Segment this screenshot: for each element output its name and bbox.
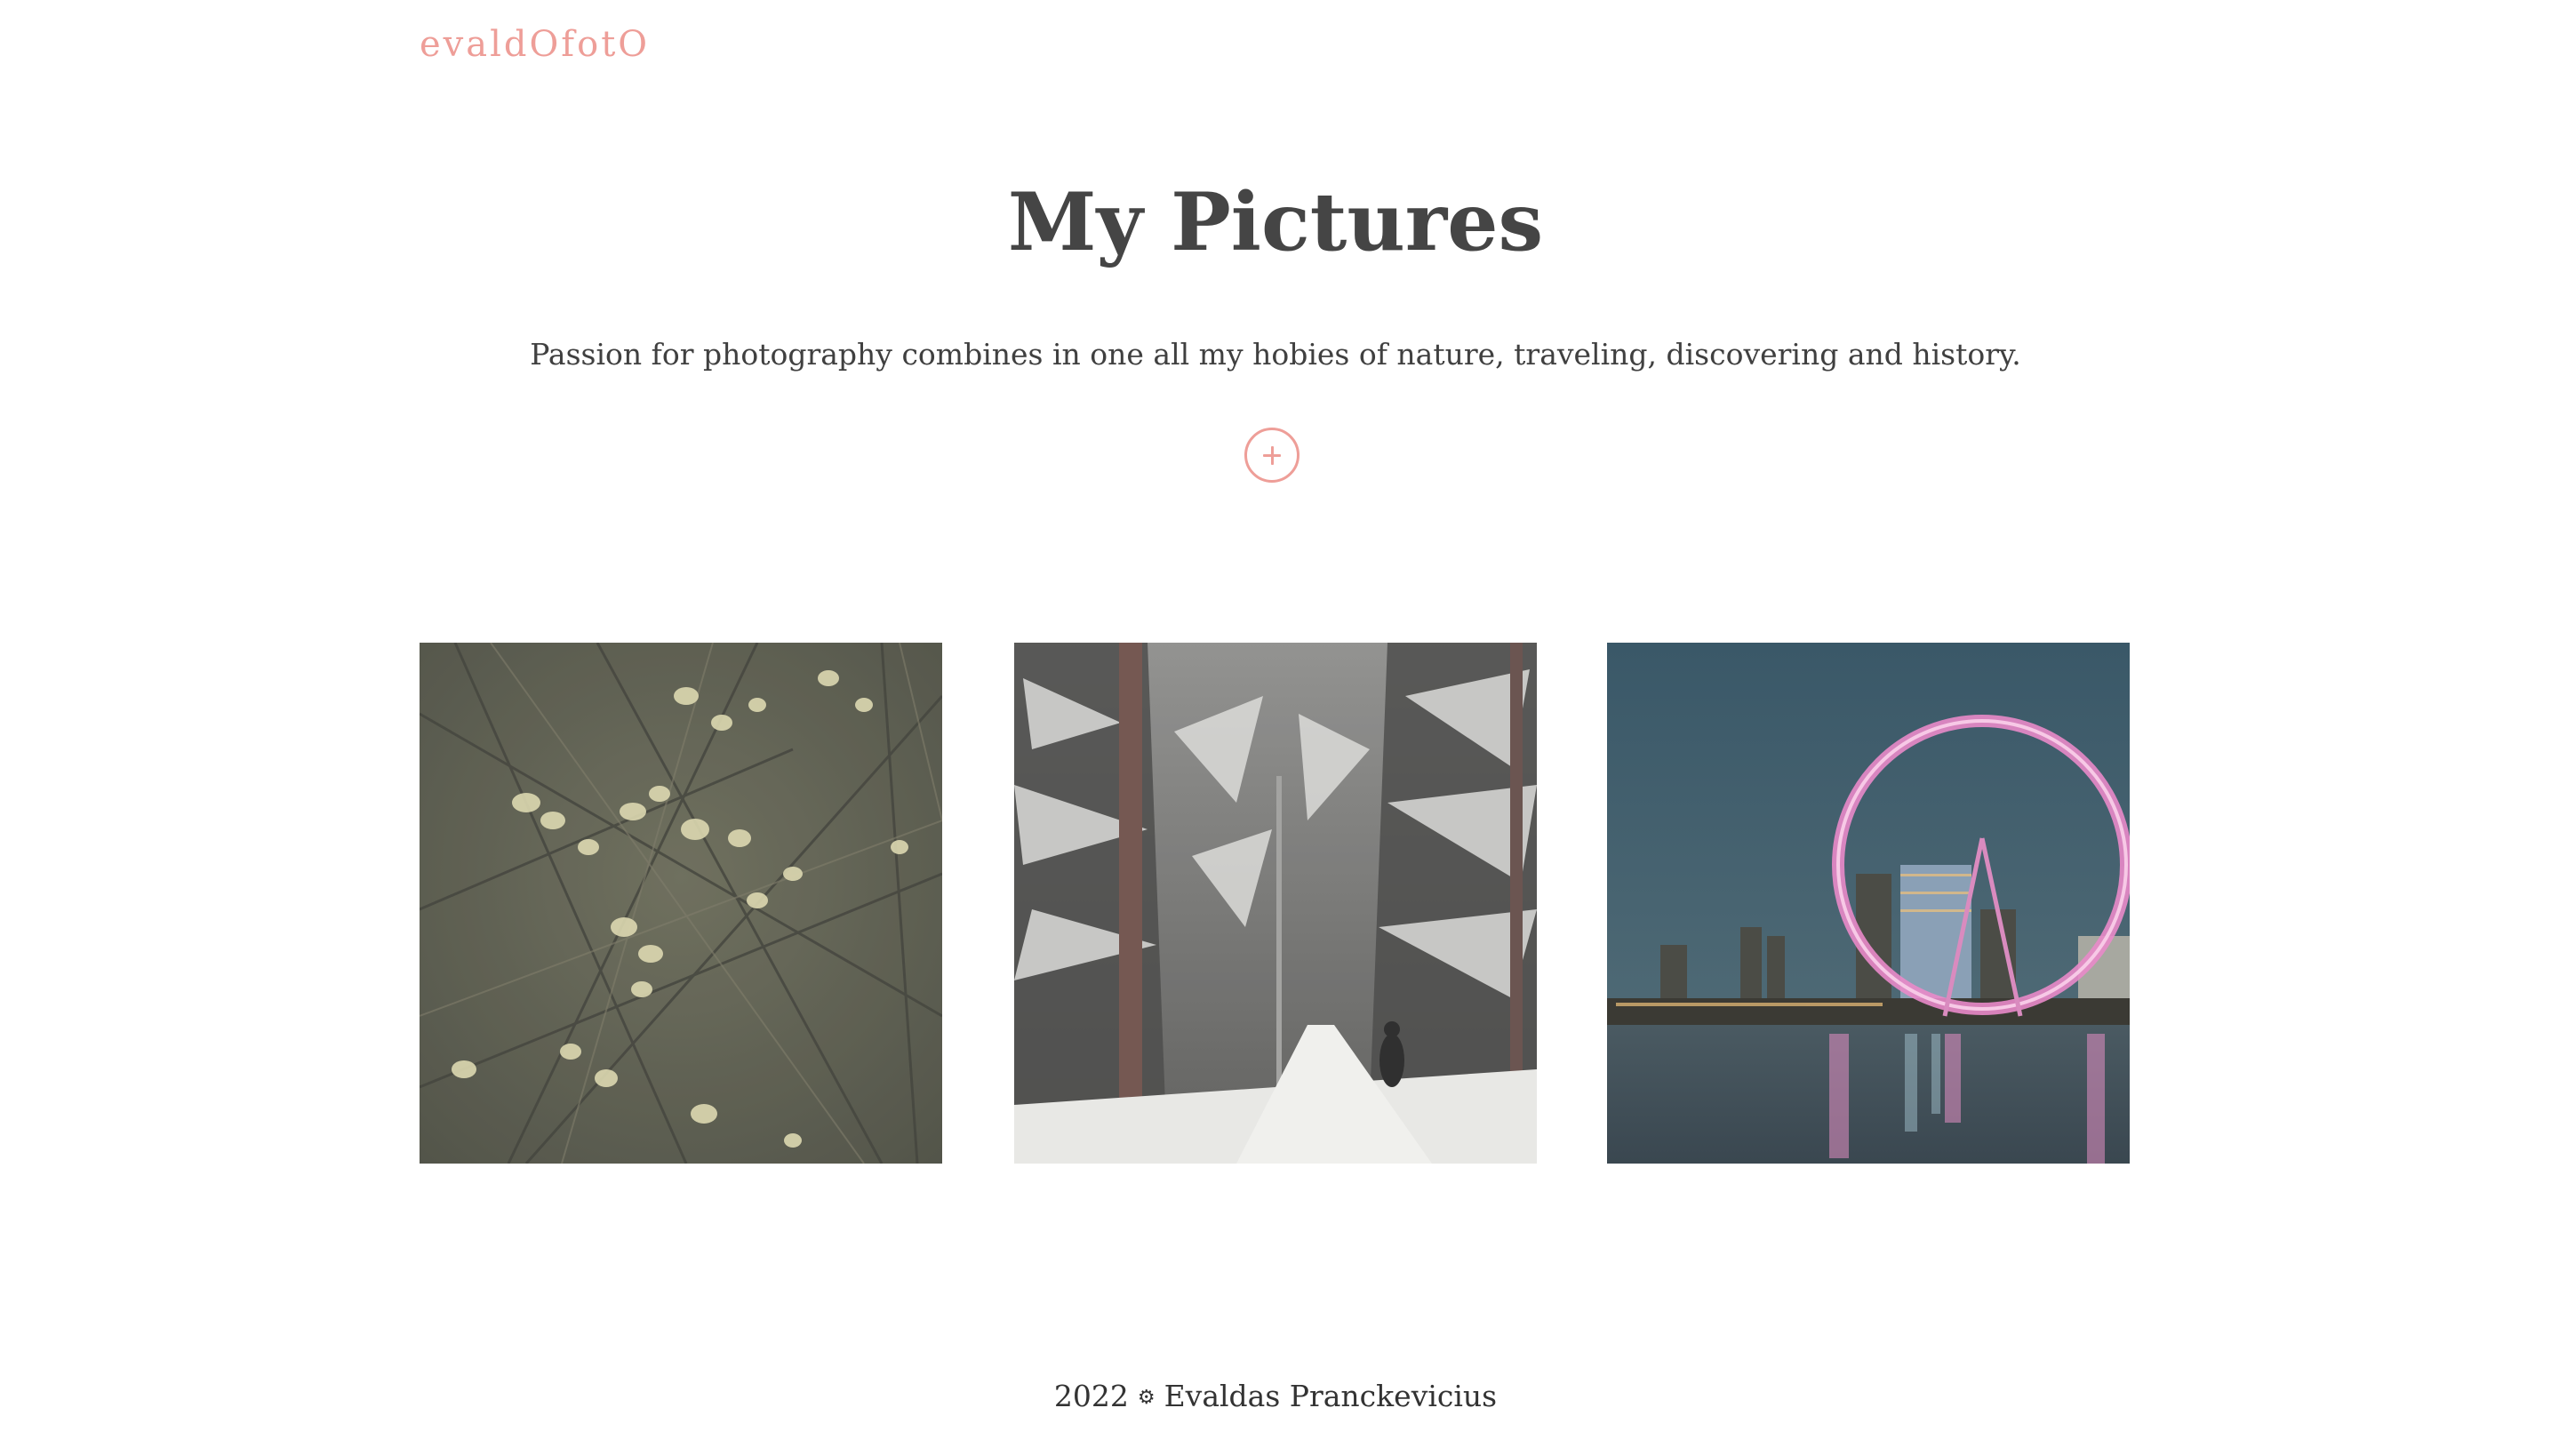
gallery-photo-catkins[interactable] <box>420 643 942 1164</box>
expand-button[interactable] <box>1244 428 1299 483</box>
gallery-photo-london-eye[interactable] <box>1607 643 2130 1164</box>
gallery-photo-forest[interactable] <box>1014 643 1537 1164</box>
catkins-image <box>420 643 942 1164</box>
gear-icon: ⚙ <box>1137 1387 1156 1409</box>
london-eye-image <box>1607 643 2130 1164</box>
site-logo[interactable]: evaldOfotO <box>420 20 650 69</box>
footer-author: Evaldas Pranckevicius <box>1164 1379 1498 1413</box>
page-footer: 2022 ⚙ Evaldas Pranckevicius <box>0 1374 2551 1420</box>
page-tagline: Passion for photography combines in one … <box>530 337 2021 372</box>
footer-year: 2022 <box>1053 1379 1129 1413</box>
forest-image <box>1014 643 1537 1164</box>
page-title: My Pictures <box>1007 175 1544 269</box>
